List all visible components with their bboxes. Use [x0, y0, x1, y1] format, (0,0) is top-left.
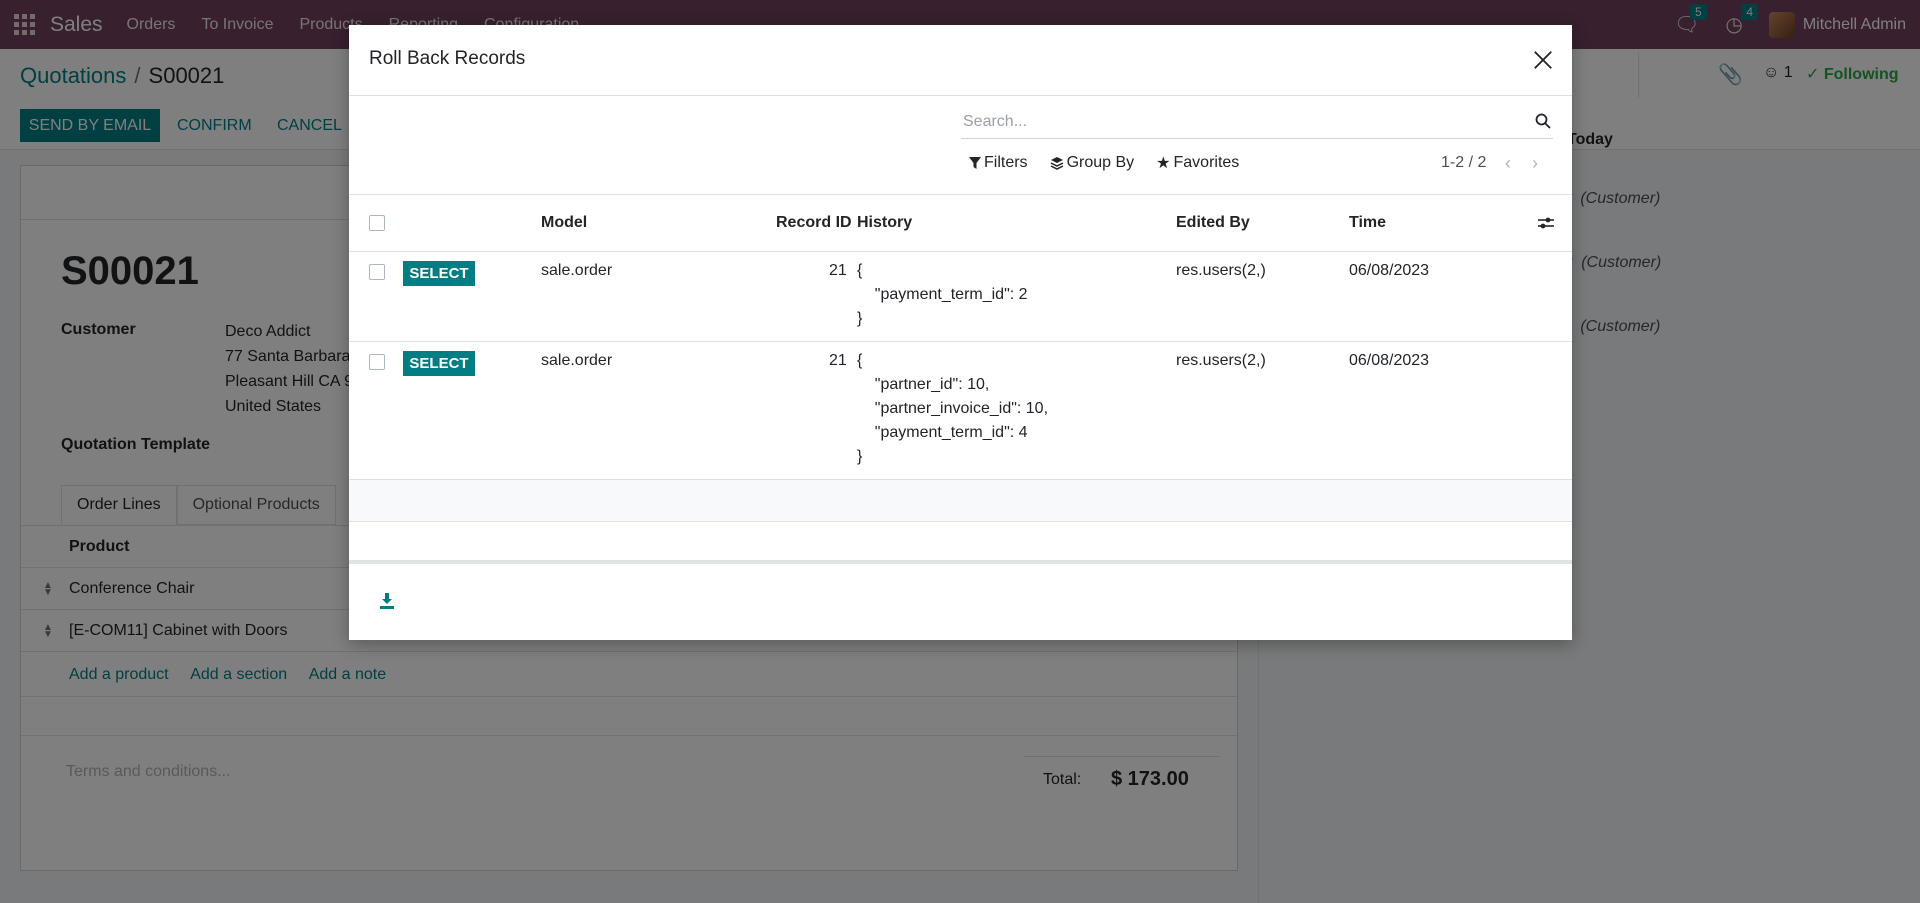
- row-checkbox[interactable]: [369, 264, 385, 280]
- filters-button[interactable]: Filters: [969, 154, 1028, 172]
- cell-record-id: 21: [829, 352, 847, 369]
- history-line: {: [857, 352, 863, 369]
- filters-label: Filters: [984, 154, 1028, 171]
- select-all-checkbox[interactable]: [369, 215, 385, 231]
- cell-edited-by: res.users(2,): [1176, 262, 1266, 279]
- cell-time: 06/08/2023: [1349, 352, 1430, 369]
- group-by-label: Group By: [1066, 154, 1135, 171]
- search-bar: [961, 107, 1553, 139]
- empty-row: [349, 480, 1572, 522]
- download-icon[interactable]: [379, 592, 395, 610]
- history-line: "payment_term_id": 2: [857, 286, 1028, 303]
- history-line: }: [857, 448, 863, 465]
- cell-edited-by: res.users(2,): [1176, 352, 1266, 369]
- rollback-dialog: Roll Back Records Filters Group By ★ Fav…: [349, 25, 1572, 640]
- funnel-icon: [969, 157, 981, 169]
- chevron-right-icon[interactable]: ›: [1532, 153, 1538, 174]
- layers-icon: [1050, 157, 1063, 170]
- column-record-id[interactable]: Record ID: [776, 214, 852, 232]
- cell-model: sale.order: [541, 352, 613, 369]
- history-line: {: [857, 262, 863, 279]
- cell-model: sale.order: [541, 262, 613, 279]
- star-icon: ★: [1156, 155, 1171, 172]
- dialog-header: Roll Back Records: [349, 25, 1572, 96]
- list-header: Model Record ID History Edited By Time: [349, 194, 1572, 252]
- select-button[interactable]: Select: [403, 351, 475, 376]
- group-by-button[interactable]: Group By: [1050, 154, 1135, 172]
- favorites-button[interactable]: ★ Favorites: [1156, 153, 1239, 173]
- history-line: "partner_invoice_id": 10,: [857, 400, 1049, 417]
- column-history[interactable]: History: [857, 214, 912, 232]
- search-options: Filters Group By ★ Favorites: [969, 153, 1261, 173]
- column-settings-icon[interactable]: [1537, 214, 1555, 232]
- history-line: }: [857, 310, 863, 327]
- empty-row: [349, 522, 1572, 564]
- column-model[interactable]: Model: [541, 214, 587, 232]
- row-checkbox[interactable]: [369, 354, 385, 370]
- favorites-label: Favorites: [1173, 154, 1240, 171]
- search-icon[interactable]: [1535, 113, 1551, 129]
- dialog-title: Roll Back Records: [369, 48, 526, 69]
- chevron-left-icon[interactable]: ‹: [1505, 153, 1511, 174]
- search-input[interactable]: [961, 107, 1521, 137]
- history-line: "partner_id": 10,: [857, 376, 990, 393]
- table-row[interactable]: Select sale.order 21 { "payment_term_id"…: [349, 252, 1572, 342]
- table-row[interactable]: Select sale.order 21 { "partner_id": 10,…: [349, 342, 1572, 480]
- select-button[interactable]: Select: [403, 261, 475, 286]
- pager-value[interactable]: 1-2 / 2: [1441, 154, 1486, 172]
- history-line: "payment_term_id": 4: [857, 424, 1028, 441]
- cell-time: 06/08/2023: [1349, 262, 1430, 279]
- cell-record-id: 21: [829, 262, 847, 279]
- column-edited-by[interactable]: Edited By: [1176, 214, 1250, 232]
- close-icon[interactable]: [1532, 49, 1554, 71]
- column-time[interactable]: Time: [1349, 214, 1386, 232]
- dialog-footer-divider: [349, 560, 1572, 563]
